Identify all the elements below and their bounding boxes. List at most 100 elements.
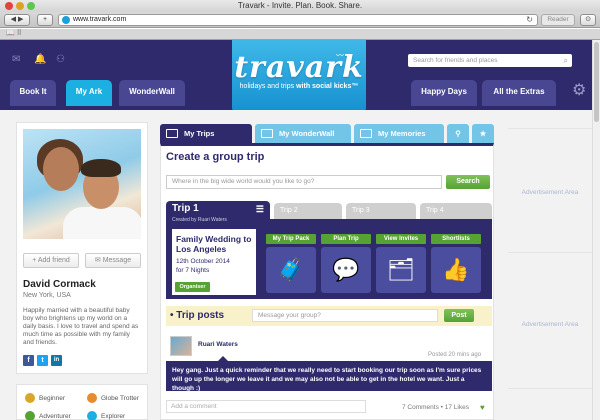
favourites-tab[interactable]: ★	[472, 124, 494, 143]
forward-icon[interactable]: ▶	[18, 16, 23, 23]
trip-posts-title: • Trip posts	[170, 310, 225, 321]
tab-wonderwall[interactable]: WonderWall	[119, 80, 185, 106]
zoom-window-button[interactable]	[27, 2, 35, 10]
reload-icon[interactable]: ↻	[526, 15, 533, 25]
friends-places-search-input[interactable]: Search for friends and places ⌕	[408, 54, 572, 67]
trip-nights: for 7 Nights	[176, 267, 210, 274]
badge-label: Beginner	[39, 395, 66, 402]
mail-icon[interactable]: ✉	[12, 54, 20, 65]
thumbs-up-icon: 👍	[442, 257, 470, 282]
minimize-window-button[interactable]	[16, 2, 24, 10]
tool-label: View Invites	[376, 234, 426, 244]
tab-happy-days[interactable]: Happy Days	[411, 80, 477, 106]
new-tab-button[interactable]: +	[37, 14, 53, 26]
medal-icon	[25, 393, 35, 403]
logo-tagline-bold: with social kicks™	[296, 83, 359, 90]
post-button[interactable]: Post	[444, 309, 474, 322]
search-icon[interactable]: ⌕	[564, 54, 568, 67]
group-message-input[interactable]: Message your group?	[252, 309, 438, 322]
trip-tab-3[interactable]: Trip 3	[346, 203, 416, 219]
advertisement-area[interactable]: Advertisement Area	[508, 321, 592, 328]
scrollbar-thumb[interactable]	[594, 42, 599, 122]
close-window-button[interactable]	[5, 2, 13, 10]
advertisement-area[interactable]: Advertisement Area	[508, 189, 592, 196]
photo-icon	[360, 129, 372, 138]
tab-all-the-extras[interactable]: All the Extras	[482, 80, 556, 106]
medal-icon	[87, 393, 97, 403]
twitter-icon[interactable]: t	[37, 355, 48, 366]
trip-created-by: Created by Ruari Waters	[172, 217, 227, 223]
view-invites-button[interactable]: View Invites 🗂	[376, 234, 426, 293]
trip-tab-4[interactable]: Trip 4	[420, 203, 492, 219]
message-button[interactable]: ✉ Message	[85, 253, 141, 268]
tool-icon-box: 🧳	[266, 247, 316, 293]
tab-book-it[interactable]: Book It	[10, 80, 56, 106]
tab-my-ark[interactable]: My Ark	[66, 80, 112, 106]
chat-icon: 💬	[332, 257, 360, 282]
location-pin-icon: ⚲	[455, 129, 461, 138]
address-bar[interactable]: www.travark.com ↻	[58, 14, 538, 26]
profile-location: New York, USA	[23, 292, 71, 299]
tab-my-wonderwall[interactable]: My WonderWall	[255, 124, 351, 143]
friends-icon[interactable]: ⚇	[56, 54, 65, 65]
my-trip-pack-button[interactable]: My Trip Pack 🧳	[266, 234, 316, 293]
bird-icon: 〰	[336, 51, 344, 60]
badge-label: Adventurer	[39, 413, 71, 420]
add-friend-button[interactable]: + Add friend	[23, 253, 79, 268]
bell-icon[interactable]: 🔔	[34, 54, 46, 65]
bookmarks-icon[interactable]: 📖 ⠿	[6, 29, 22, 37]
post-author[interactable]: Ruari Waters	[198, 341, 238, 348]
profile-card: + Add friend ✉ Message David Cormack New…	[16, 122, 148, 374]
reader-button[interactable]: Reader	[541, 14, 575, 26]
download-icon: ⊙	[585, 16, 591, 23]
trip-tab-2[interactable]: Trip 2	[274, 203, 342, 219]
downloads-button[interactable]: ⊙	[580, 14, 596, 26]
badge-label: Explorer	[101, 413, 126, 420]
site-favicon-icon	[62, 16, 70, 24]
location-tab[interactable]: ⚲	[447, 124, 469, 143]
menu-icon[interactable]: ☰	[256, 201, 264, 217]
tool-label: My Trip Pack	[266, 234, 316, 244]
tab-my-memories[interactable]: My Memories	[354, 124, 444, 143]
window-titlebar: Travark - Invite. Plan. Book. Share.	[0, 0, 600, 12]
photo-figure-shirt	[63, 207, 141, 239]
ad-divider	[508, 128, 592, 129]
shortlists-button[interactable]: Shortlists 👍	[431, 234, 481, 293]
travark-logo[interactable]: 〰 travark holidays and trips with social…	[232, 40, 366, 112]
like-heart-icon[interactable]: ♥	[480, 403, 485, 412]
comment-input[interactable]: Add a comment	[166, 400, 366, 413]
trip-info[interactable]: Family Wedding to Los Angeles 12th Octob…	[172, 229, 256, 295]
post-stats[interactable]: 7 Comments • 17 Likes	[402, 404, 469, 411]
tool-label: Plan Trip	[321, 234, 371, 244]
linkedin-icon[interactable]: in	[51, 355, 62, 366]
avatar[interactable]	[170, 336, 192, 356]
logo-tagline: holidays and trips with social kicks™	[232, 83, 366, 90]
profile-name: David Cormack	[23, 279, 96, 290]
post-timestamp: Posted 20 mins ago	[428, 352, 482, 358]
ad-divider	[508, 388, 592, 389]
badge-label: Globe Trotter	[101, 395, 139, 402]
page-scrollbar[interactable]	[592, 40, 600, 420]
medal-icon	[87, 411, 97, 420]
trip-title: Family Wedding to Los Angeles	[176, 234, 252, 254]
facebook-icon[interactable]: f	[23, 355, 34, 366]
badges-panel: Beginner Globe Trotter Adventurer Explor…	[16, 384, 148, 420]
tool-icon-box: 💬	[321, 247, 371, 293]
search-button[interactable]: Search	[446, 175, 490, 189]
suitcase-icon: 🧳	[277, 257, 305, 282]
logo-tagline-plain: holidays and trips	[239, 83, 295, 90]
window-title: Travark - Invite. Plan. Book. Share.	[237, 1, 363, 10]
gear-icon[interactable]: ⚙	[572, 80, 586, 100]
tab-my-trips[interactable]: My Trips	[160, 124, 252, 143]
tool-label: Shortlists	[431, 234, 481, 244]
back-icon[interactable]: ◀	[11, 16, 16, 23]
url-text: www.travark.com	[73, 16, 127, 23]
organiser-badge: Organiser	[175, 282, 210, 292]
plus-icon: +	[42, 16, 48, 23]
plan-trip-button[interactable]: Plan Trip 💬	[321, 234, 371, 293]
invites-icon: 🗂	[387, 257, 415, 282]
tab-my-trips-label: My Trips	[184, 129, 215, 138]
destination-input[interactable]: Where in the big wide world would you li…	[166, 175, 442, 189]
create-trip-title: Create a group trip	[166, 151, 265, 163]
back-forward-buttons[interactable]: ◀ ▶	[4, 14, 30, 26]
